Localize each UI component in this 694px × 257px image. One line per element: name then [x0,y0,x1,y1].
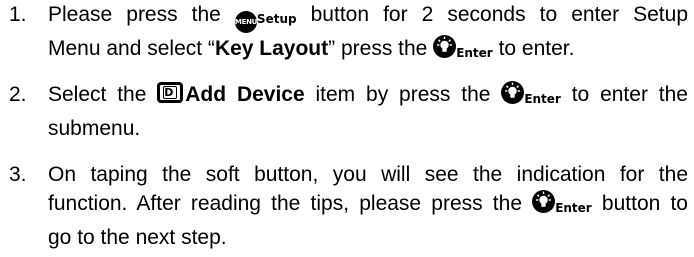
setup-label: Setup [256,12,297,26]
instruction-document: 1. Please press the MENUSetup button for… [0,0,694,257]
bulb-icon [433,35,457,58]
enter-label: Enter [456,46,493,60]
step-text: Select the D Add Device item by press the… [48,80,688,143]
text-run: function. After reading the tips, please… [48,192,533,215]
enter-label: Enter [555,201,592,215]
enter-button-reference: Enter [532,190,592,223]
text-run: ” press the [328,37,434,60]
step-3: 3. On taping the soft button, you will s… [0,160,694,256]
step-number: 2. [9,83,27,106]
text-run: button to [591,192,688,215]
text-run: button for 2 seconds to enter Setup [296,3,688,26]
menu-icon: MENU [234,11,257,33]
text-run: Menu and select “ [48,37,215,60]
step-number: 3. [9,163,27,186]
bulb-icon [501,81,525,104]
d-key-letter: D [163,86,178,99]
text-run: to enter. [492,37,575,60]
step-line: Menu and select “Key Layout” press the E… [48,34,688,68]
d-key-icon: D [157,82,184,103]
step-line: Please press the MENUSetup button for 2 … [48,0,688,34]
text-run: Select the [48,83,158,106]
enter-label: Enter [524,92,561,106]
step-number: 1. [9,3,27,26]
step-text: On taping the soft button, you will see … [48,160,688,252]
add-device-term: Add Device [185,83,305,106]
key-layout-term: Key Layout [214,37,329,60]
bulb-icon [532,190,556,213]
text-run: item by press the [304,83,502,106]
step-text: Please press the MENUSetup button for 2 … [48,0,688,68]
text-run: Please press the [48,3,235,26]
step-line: go to the next step. [48,226,227,249]
step-line: On taping the soft button, you will see … [48,163,688,186]
enter-button-reference: Enter [501,81,561,114]
step-line: submenu. [48,117,141,140]
step-2: 2. Select the D Add Device item by press … [0,80,694,146]
enter-button-reference: Enter [433,35,493,68]
step-line: Select the D Add Device item by press the… [48,80,688,114]
step-line: function. After reading the tips, please… [48,189,688,223]
setup-button-reference: MENUSetup [234,3,297,34]
text-run: to enter the [560,83,688,106]
step-1: 1. Please press the MENUSetup button for… [0,0,694,66]
